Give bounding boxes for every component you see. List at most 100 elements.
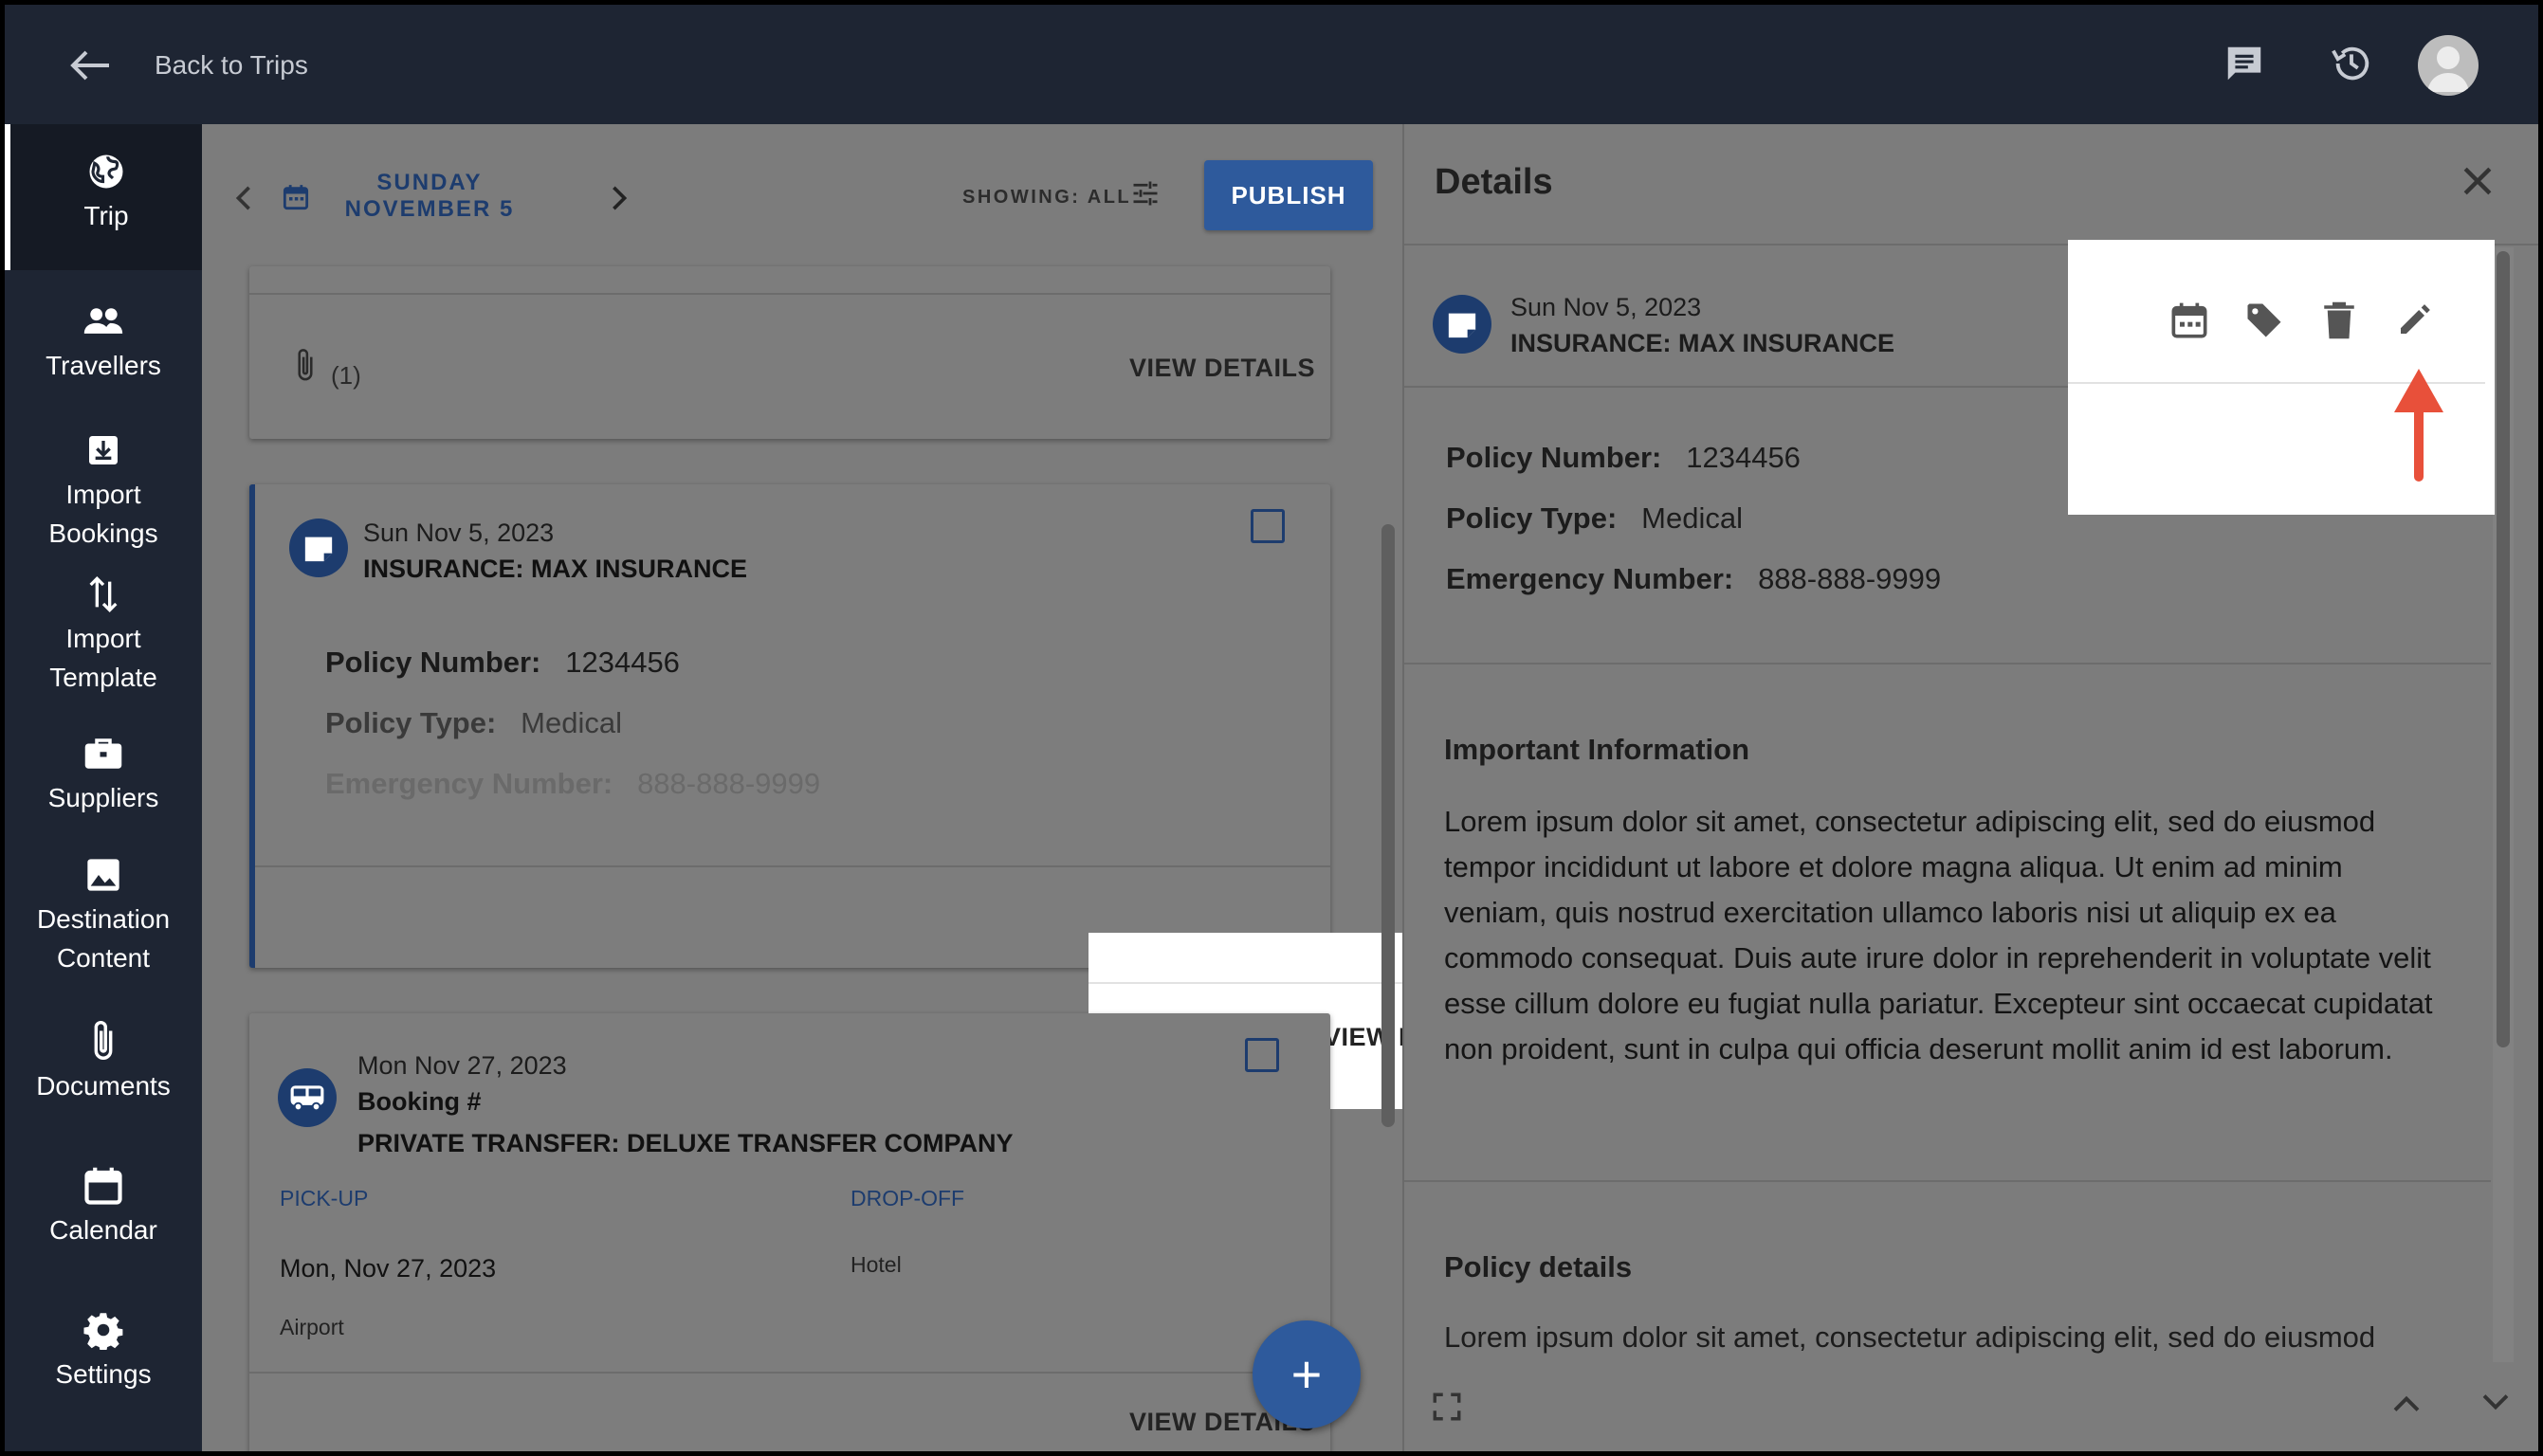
account-avatar-icon[interactable]: [2418, 35, 2479, 96]
sidebar: Trip Travellers Import Bookings Import T…: [5, 124, 202, 1451]
add-item-button[interactable]: +: [1253, 1320, 1361, 1429]
section-divider: [1404, 663, 2491, 664]
briefcase-icon: [82, 733, 124, 774]
policy-details-heading: Policy details: [1444, 1250, 1633, 1283]
policy-details-text: Lorem ipsum dolor sit amet, consectetur …: [1444, 1320, 2376, 1354]
calendar-icon[interactable]: [283, 183, 313, 213]
fullscreen-icon[interactable]: [1431, 1391, 1463, 1428]
filter-sliders-icon[interactable]: [1131, 179, 1165, 213]
people-icon: [82, 300, 124, 342]
sidebar-item-trip[interactable]: Trip: [5, 124, 202, 270]
field-value: 1234456: [565, 646, 680, 679]
field-value: 888-888-9999: [1758, 562, 1942, 595]
chat-icon[interactable]: [2214, 33, 2275, 94]
select-checkbox[interactable]: [1245, 1038, 1279, 1072]
itinerary-card: (1) VIEW DETAILS: [249, 266, 1330, 439]
card-title: INSURANCE: MAX INSURANCE: [363, 555, 748, 583]
transfer-card[interactable]: Mon Nov 27, 2023 Booking # PRIVATE TRANS…: [249, 1013, 1330, 1451]
sidebar-item-import-template[interactable]: Import Template: [5, 573, 202, 697]
details-name: INSURANCE: MAX INSURANCE: [1510, 329, 1895, 357]
arrow-back-icon[interactable]: [62, 39, 119, 92]
sidebar-item-label: Settings: [55, 1359, 152, 1389]
booking-number: Booking #: [357, 1087, 482, 1116]
top-bar: Back to Trips: [5, 5, 2538, 124]
sidebar-item-suppliers[interactable]: Suppliers: [5, 733, 202, 817]
sidebar-item-destination-content[interactable]: Destination Content: [5, 854, 202, 977]
dropoff-label: DROP-OFF: [851, 1186, 965, 1210]
calendar-icon: [82, 1165, 124, 1207]
details-panel: Details Sun Nov 5, 2023 INSURANCE: MAX I…: [1402, 124, 2538, 1451]
scrollbar[interactable]: [2497, 251, 2510, 1047]
import-box-icon: [82, 429, 124, 471]
trash-icon[interactable]: [2322, 300, 2356, 345]
gear-icon: [82, 1309, 124, 1351]
back-to-trips-link[interactable]: Back to Trips: [155, 50, 308, 81]
showing-filter-label[interactable]: SHOWING: ALL: [962, 187, 1131, 209]
field-label: Emergency Number:: [1446, 562, 1734, 595]
pencil-icon[interactable]: [2396, 300, 2434, 343]
card-date: Sun Nov 5, 2023: [363, 519, 555, 547]
insurance-doc-icon: [289, 519, 348, 577]
card-date: Mon Nov 27, 2023: [357, 1051, 567, 1080]
field-value: 888-888-9999: [637, 767, 821, 800]
highlight-spotlight: [2068, 240, 2495, 515]
field-label: Policy Type:: [325, 706, 497, 739]
view-details-button[interactable]: VIEW DETAILS: [1129, 354, 1315, 383]
field-value: Medical: [1641, 501, 1743, 535]
important-info-heading: Important Information: [1444, 733, 1750, 766]
plus-icon: +: [1290, 1344, 1323, 1404]
sidebar-item-settings[interactable]: Settings: [5, 1309, 202, 1393]
date-navigation: SUNDAY NOVEMBER 5 SHOWING: ALL PUBLISH: [202, 124, 1402, 266]
app-frame: Back to Trips Trip Travellers Import Boo…: [5, 5, 2538, 1451]
dropoff-place: Hotel: [851, 1252, 902, 1277]
chevron-left-icon[interactable]: [227, 179, 261, 217]
field-value: Medical: [521, 706, 622, 739]
current-date-title: SUNDAY NOVEMBER 5: [344, 170, 515, 222]
publish-button[interactable]: PUBLISH: [1204, 160, 1373, 230]
sidebar-item-calendar[interactable]: Calendar: [5, 1165, 202, 1249]
field-label: Emergency Number:: [325, 767, 613, 800]
history-icon[interactable]: [2321, 33, 2382, 94]
attachment-count: (1): [331, 361, 361, 390]
annotation-arrow-icon: [2394, 369, 2443, 482]
pickup-place: Airport: [280, 1315, 344, 1339]
sidebar-item-label: Calendar: [49, 1215, 157, 1245]
insurance-card[interactable]: Sun Nov 5, 2023 INSURANCE: MAX INSURANCE…: [249, 484, 1330, 968]
chevron-up-icon[interactable]: [2392, 1392, 2421, 1418]
field-label: Policy Type:: [1446, 501, 1618, 535]
pickup-label: PICK-UP: [280, 1186, 369, 1210]
scrollbar[interactable]: [1381, 524, 1395, 1127]
close-icon[interactable]: [2457, 160, 2502, 206]
calendar-icon[interactable]: [2170, 300, 2208, 345]
card-title: PRIVATE TRANSFER: DELUXE TRANSFER COMPAN…: [357, 1129, 1014, 1157]
sidebar-item-label: Trip: [83, 201, 129, 230]
field-label: Policy Number:: [325, 646, 541, 679]
important-info-text: Lorem ipsum dolor sit amet, consectetur …: [1444, 805, 2433, 1065]
sidebar-item-label: Travellers: [46, 351, 161, 380]
pickup-date: Mon, Nov 27, 2023: [280, 1254, 497, 1283]
itinerary-panel: SUNDAY NOVEMBER 5 SHOWING: ALL PUBLISH (…: [202, 124, 1402, 1451]
card-divider: [249, 293, 1330, 295]
sidebar-item-travellers[interactable]: Travellers: [5, 300, 202, 385]
sidebar-item-import-bookings[interactable]: Import Bookings: [5, 429, 202, 553]
sidebar-item-label: Documents: [36, 1071, 171, 1101]
chevron-down-icon[interactable]: [2481, 1392, 2510, 1418]
card-divider: [249, 1372, 1330, 1374]
sidebar-item-label: Import Template: [49, 624, 157, 692]
details-footer: [1404, 1366, 2538, 1451]
globe-icon: [85, 151, 127, 192]
tag-icon[interactable]: [2244, 300, 2284, 345]
insurance-doc-icon: [1433, 295, 1491, 354]
field-value: 1234456: [1686, 441, 1801, 474]
select-checkbox[interactable]: [1251, 509, 1285, 543]
details-date: Sun Nov 5, 2023: [1510, 293, 1702, 321]
section-divider: [1404, 1180, 2491, 1182]
swap-vertical-icon: [82, 573, 124, 615]
field-label: Policy Number:: [1446, 441, 1662, 474]
sidebar-item-label: Import Bookings: [48, 480, 158, 548]
sidebar-item-label: Suppliers: [47, 783, 159, 812]
details-title: Details: [1435, 162, 1553, 202]
paperclip-icon: [295, 346, 316, 391]
sidebar-item-documents[interactable]: Documents: [5, 1021, 202, 1105]
chevron-right-icon[interactable]: [602, 179, 636, 217]
